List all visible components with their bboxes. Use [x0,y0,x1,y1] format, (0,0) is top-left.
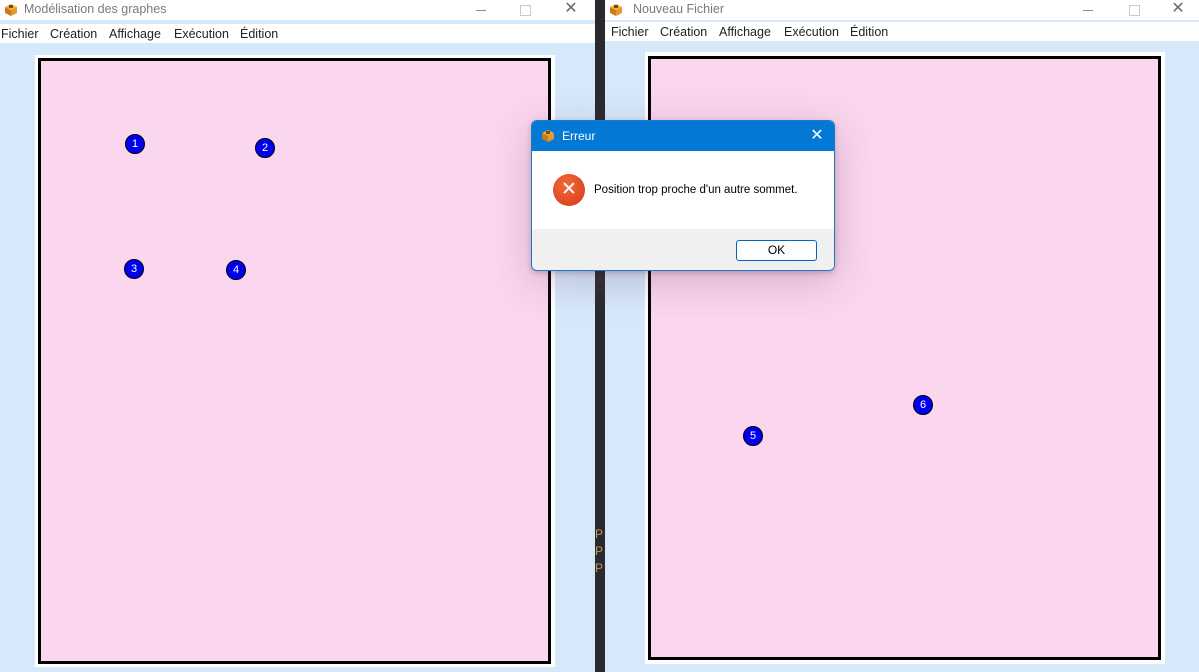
menu-creation[interactable]: Création [660,25,707,39]
ok-button[interactable]: OK [736,240,817,261]
maximize-button[interactable] [502,0,548,20]
dialog-footer: OK [532,229,834,270]
app-box-icon [542,130,554,142]
background-text-fragment: P [595,527,604,541]
close-button[interactable]: ✕ [1155,0,1199,20]
vertex-node[interactable]: 4 [226,260,246,280]
graph-modeling-window: Modélisation des graphes ✕ Fichier Créat… [0,0,595,672]
new-file-window: Nouveau Fichier ✕ Fichier Création Affic… [605,0,1199,672]
window-title: Modélisation des graphes [24,2,167,16]
close-button[interactable]: ✕ [548,0,594,20]
error-icon: ✕ [553,174,585,206]
background-text-fragment: P [595,561,604,575]
menu-affichage[interactable]: Affichage [109,27,161,41]
maximize-button[interactable] [1111,0,1157,20]
dialog-title: Erreur [562,129,596,143]
vertex-node[interactable]: 6 [913,395,933,415]
menu-fichier[interactable]: Fichier [611,25,649,39]
vertex-node[interactable]: 1 [125,134,145,154]
menu-edition[interactable]: Édition [850,25,888,39]
app-box-icon [610,4,622,16]
menu-fichier[interactable]: Fichier [1,27,39,41]
title-bar[interactable]: Nouveau Fichier ✕ [605,0,1199,20]
title-bar[interactable]: Modélisation des graphes ✕ [0,0,595,20]
minimize-button[interactable] [1065,0,1111,20]
vertex-node[interactable]: 3 [124,259,144,279]
vertex-node[interactable]: 5 [743,426,763,446]
background-text-fragment: P [595,544,604,558]
dialog-close-button[interactable]: ✕ [800,121,834,151]
dialog-title-bar[interactable]: Erreur ✕ [532,121,834,151]
error-dialog: Erreur ✕ ✕ Position trop proche d'un aut… [531,120,835,271]
menu-edition[interactable]: Édition [240,27,278,41]
menu-affichage[interactable]: Affichage [719,25,771,39]
menu-creation[interactable]: Création [50,27,97,41]
vertex-node[interactable]: 2 [255,138,275,158]
menu-execution[interactable]: Exécution [174,27,229,41]
minimize-button[interactable] [458,0,504,20]
dialog-body: ✕ Position trop proche d'un autre sommet… [532,151,834,229]
app-box-icon [5,4,17,16]
window-title: Nouveau Fichier [633,2,725,16]
menu-execution[interactable]: Exécution [784,25,839,39]
menu-bar: Fichier Création Affichage Exécution Édi… [605,22,1199,41]
error-message: Position trop proche d'un autre sommet. [594,184,798,196]
menu-bar: Fichier Création Affichage Exécution Édi… [0,24,595,43]
graph-canvas[interactable]: 1 2 3 4 [38,58,551,664]
